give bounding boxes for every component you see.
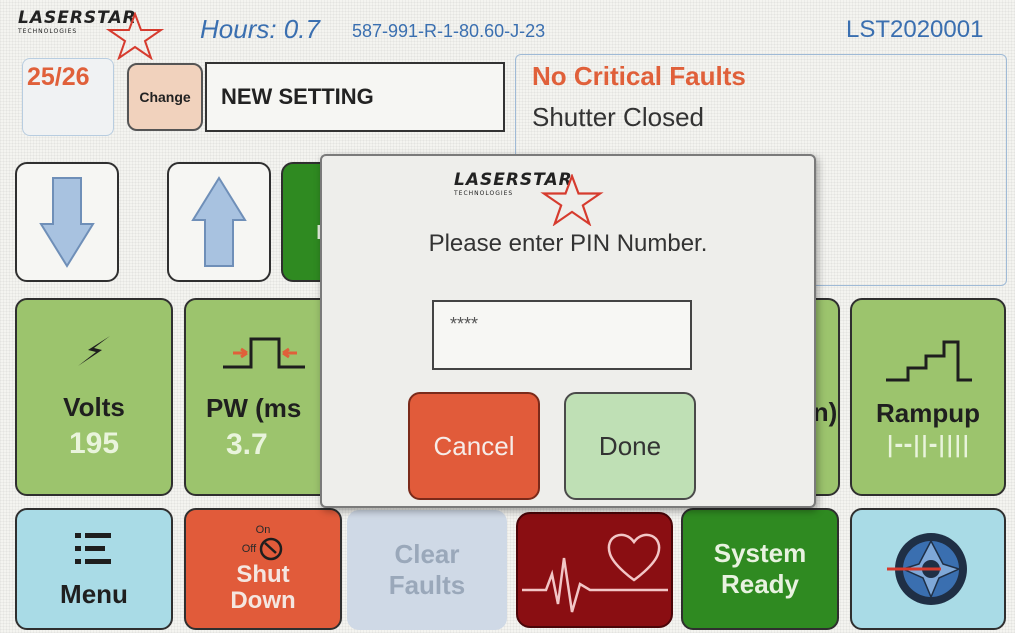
- rampup-label: Rampup: [876, 398, 980, 428]
- power-switch-icon: [259, 537, 283, 561]
- heartbeat-button[interactable]: [516, 512, 673, 628]
- shutter-aperture-button[interactable]: [850, 508, 1006, 630]
- rampup-tile[interactable]: Rampup |--||-||||: [850, 298, 1006, 496]
- shutdown-label-2: Down: [230, 587, 296, 614]
- setting-index-box[interactable]: 25/26: [22, 58, 114, 136]
- aperture-icon: [887, 533, 967, 605]
- pin-input[interactable]: ****: [432, 300, 692, 370]
- shutdown-button[interactable]: On Off Shut Down: [184, 508, 342, 630]
- up-arrow-button[interactable]: [167, 162, 271, 282]
- hours-readout: Hours: 0.7: [200, 14, 320, 44]
- menu-button[interactable]: Menu: [15, 508, 173, 630]
- menu-label: Menu: [60, 578, 128, 609]
- clear-label-1: Clear: [394, 539, 460, 569]
- pin-prompt: Please enter PIN Number.: [428, 230, 708, 257]
- done-button[interactable]: Done: [564, 392, 696, 500]
- setting-index: 25/26: [27, 63, 90, 91]
- system-label-1: System: [713, 538, 807, 568]
- laser-control-screen: LASERSTAR TECHNOLOGIES Hours: 0.7 587-99…: [0, 0, 1015, 633]
- dialog-logo-star-icon: [540, 174, 604, 226]
- fault-status: No Critical Faults: [532, 61, 746, 91]
- heartbeat-icon: [522, 533, 668, 613]
- shutdown-on-label: On: [255, 524, 271, 536]
- volts-value: 195: [68, 426, 120, 460]
- rampup-value: |--||-||||: [886, 433, 970, 458]
- serial-number: LST2020001: [846, 16, 984, 43]
- change-setting-button[interactable]: Change: [127, 63, 203, 131]
- pw-label: PW (ms: [206, 392, 302, 423]
- system-ready-button[interactable]: System Ready: [681, 508, 839, 630]
- clear-label-2: Faults: [388, 570, 466, 600]
- arrow-up-icon: [191, 176, 247, 267]
- setting-name-field[interactable]: NEW SETTING: [205, 62, 505, 132]
- menu-list-icon: [75, 532, 111, 564]
- pin-dialog: LASERSTAR TECHNOLOGIES Please enter PIN …: [320, 154, 816, 508]
- clear-faults-button[interactable]: Clear Faults: [347, 510, 507, 630]
- pw-value: 3.7: [226, 427, 268, 461]
- volts-tile[interactable]: Volts 195: [15, 298, 173, 496]
- cancel-button[interactable]: Cancel: [408, 392, 540, 500]
- volts-label: Volts: [63, 391, 125, 422]
- pulse-width-tile[interactable]: PW (ms 3.7: [184, 298, 342, 496]
- system-label-2: Ready: [720, 569, 800, 599]
- shutdown-label-1: Shut: [236, 561, 290, 588]
- part-number: 587-991-R-1-80.60-J-23: [352, 21, 546, 41]
- shutdown-off-label: Off: [241, 543, 257, 555]
- arrow-down-icon: [39, 177, 95, 268]
- down-arrow-button[interactable]: [15, 162, 119, 282]
- rampup-steps-icon: [886, 340, 972, 382]
- shutter-status: Shutter Closed: [532, 102, 704, 132]
- pulse-width-icon: [223, 337, 305, 368]
- logo-star-icon: [105, 12, 165, 60]
- lightning-icon: [78, 335, 110, 366]
